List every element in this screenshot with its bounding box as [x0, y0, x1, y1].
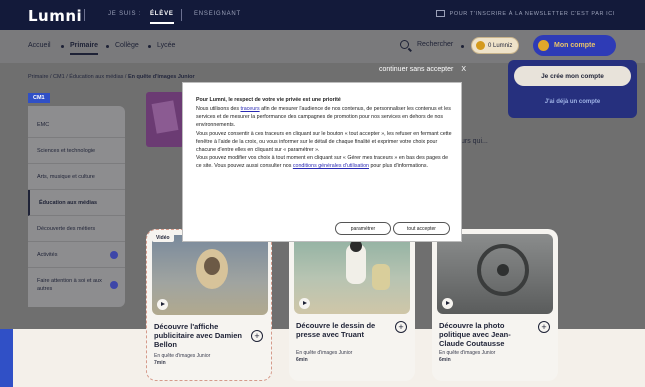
topnav-eleve[interactable]: ÉLÈVE	[150, 11, 174, 24]
chevron-badge-icon	[110, 281, 118, 289]
newsletter-text: POUR T'INSCRIRE À LA NEWSLETTER C'EST PA…	[449, 10, 615, 17]
sidebar-item-arts[interactable]: Arts, musique et culture	[28, 164, 125, 190]
sidebar-item-activites[interactable]: Activités	[28, 242, 125, 268]
search-label: Rechercher	[417, 41, 454, 48]
create-account-button[interactable]: Je crée mon compte	[514, 66, 631, 86]
video-card[interactable]: Vidéo Découvre l'affiche publicitaire av…	[146, 229, 272, 381]
series-cover-image	[146, 92, 184, 147]
sidebar-item-label: EMC	[37, 121, 50, 128]
accept-all-button[interactable]: tout accepter	[393, 222, 450, 235]
sidebar-item-attention[interactable]: Faire attention à soi et aux autres	[28, 268, 125, 302]
divider	[181, 9, 182, 21]
search-icon	[400, 40, 409, 49]
add-icon[interactable]: +	[395, 321, 407, 333]
newsletter-link[interactable]: POUR T'INSCRIRE À LA NEWSLETTER C'EST PA…	[435, 10, 615, 17]
thumbnail-figure	[372, 264, 390, 290]
mail-icon	[435, 10, 445, 17]
series-description-partial: urs qui...	[461, 138, 488, 145]
card-title[interactable]: Découvre le dessin de presse avec Truant	[296, 321, 392, 339]
search-button[interactable]: Rechercher	[400, 40, 453, 49]
coin-icon	[476, 41, 485, 50]
video-card[interactable]: Découvre la photo politique avec Jean-Cl…	[432, 229, 558, 381]
topnav-enseignant[interactable]: ENSEIGNANT	[194, 11, 241, 17]
dialog-text: pour plus d'informations.	[368, 163, 428, 170]
terms-link[interactable]: conditions générales d'utilisation	[293, 163, 369, 169]
login-link[interactable]: J'ai déjà un compte	[508, 99, 637, 105]
card-series: En quête d'images Junior	[154, 353, 211, 359]
grade-tag: CM1	[28, 93, 50, 103]
sidebar-item-education-medias[interactable]: Éducation aux médias	[28, 190, 125, 216]
card-series: En quête d'images Junior	[296, 350, 353, 356]
bottom-accent	[0, 329, 13, 387]
dot-separator	[461, 45, 464, 48]
chevron-badge-icon	[110, 250, 118, 259]
play-icon[interactable]	[299, 298, 310, 309]
account-label: Mon compte	[554, 42, 596, 49]
card-duration: 6min	[439, 357, 451, 363]
lumniz-counter[interactable]: 0 Lumniz	[471, 37, 519, 54]
breadcrumb: Primaire / CM1 / Éducation aux médias / …	[28, 74, 195, 80]
sidebar-item-emc[interactable]: EMC	[28, 112, 125, 138]
nav-primaire[interactable]: Primaire	[70, 42, 99, 55]
continue-label: continuer sans accepter	[379, 66, 454, 73]
play-icon[interactable]	[442, 298, 453, 309]
lumni-logo[interactable]: Lumni	[28, 7, 82, 25]
card-thumbnail	[437, 234, 553, 314]
nav-lycee[interactable]: Lycée	[157, 42, 175, 49]
nav-college[interactable]: Collège	[115, 42, 139, 49]
continue-without-accepting[interactable]: continuer sans accepter X	[379, 66, 466, 73]
sidebar-item-label: Faire attention à soi et aux autres	[37, 278, 102, 292]
trackers-link[interactable]: traceurs	[240, 106, 259, 112]
cookie-consent-dialog: Pour Lumni, le respect de votre vie priv…	[182, 82, 462, 242]
thumbnail-fan-hub	[497, 264, 509, 276]
divider	[84, 9, 85, 21]
card-duration: 7min	[154, 360, 166, 366]
dialog-title: Pour Lumni, le respect de votre vie priv…	[196, 97, 341, 103]
sidebar-item-sciences[interactable]: Sciences et technologie	[28, 138, 125, 164]
account-button[interactable]: Mon compte	[533, 35, 616, 56]
lumniz-label: 0 Lumniz	[488, 42, 513, 49]
sidebar-item-label: Sciences et technologie	[37, 147, 96, 154]
add-icon[interactable]: +	[251, 330, 263, 342]
card-duration: 6min	[296, 357, 308, 363]
account-icon	[538, 40, 549, 51]
video-badge: Vidéo	[152, 233, 174, 242]
card-title[interactable]: Découvre l'affiche publicitaire avec Dam…	[154, 322, 250, 349]
nav-accueil[interactable]: Accueil	[28, 42, 51, 49]
add-icon[interactable]: +	[538, 321, 550, 333]
close-icon[interactable]: X	[461, 66, 466, 73]
dot-separator	[61, 45, 64, 48]
sidebar-item-label: Arts, musique et culture	[37, 173, 95, 180]
sidebar-item-metiers[interactable]: Découverte des métiers	[28, 216, 125, 242]
card-thumbnail	[294, 234, 410, 314]
sidebar: EMC Sciences et technologie Arts, musiqu…	[28, 106, 125, 307]
topnav-label-je-suis: JE SUIS :	[108, 11, 142, 17]
dialog-text: Nous utilisons des	[196, 106, 241, 112]
thumbnail-face	[204, 257, 220, 275]
dialog-text: Vous pouvez consentir à ces traceurs en …	[196, 130, 452, 154]
play-icon[interactable]	[157, 299, 168, 310]
breadcrumb-path[interactable]: Primaire / CM1 / Éducation aux médias /	[28, 74, 128, 80]
dot-separator	[148, 45, 151, 48]
dot-separator	[106, 45, 109, 48]
card-title[interactable]: Découvre la photo politique avec Jean-Cl…	[439, 321, 535, 348]
settings-button[interactable]: paramétrer	[335, 222, 391, 235]
account-popup: Je crée mon compte J'ai déjà un compte	[508, 60, 637, 118]
card-series: En quête d'images Junior	[439, 350, 496, 356]
dialog-body: Nous utilisons des traceurs afin de mesu…	[196, 105, 453, 171]
sidebar-item-label: Activités	[37, 251, 58, 258]
sidebar-item-label: Éducation aux médias	[39, 199, 98, 206]
video-card[interactable]: Découvre le dessin de presse avec Truant…	[289, 229, 415, 381]
sidebar-item-label: Découverte des métiers	[37, 225, 96, 232]
card-thumbnail	[152, 235, 268, 315]
top-bar: Lumni JE SUIS : ÉLÈVE ENSEIGNANT POUR T'…	[0, 0, 645, 30]
breadcrumb-current: En quête d'images Junior	[127, 74, 195, 80]
